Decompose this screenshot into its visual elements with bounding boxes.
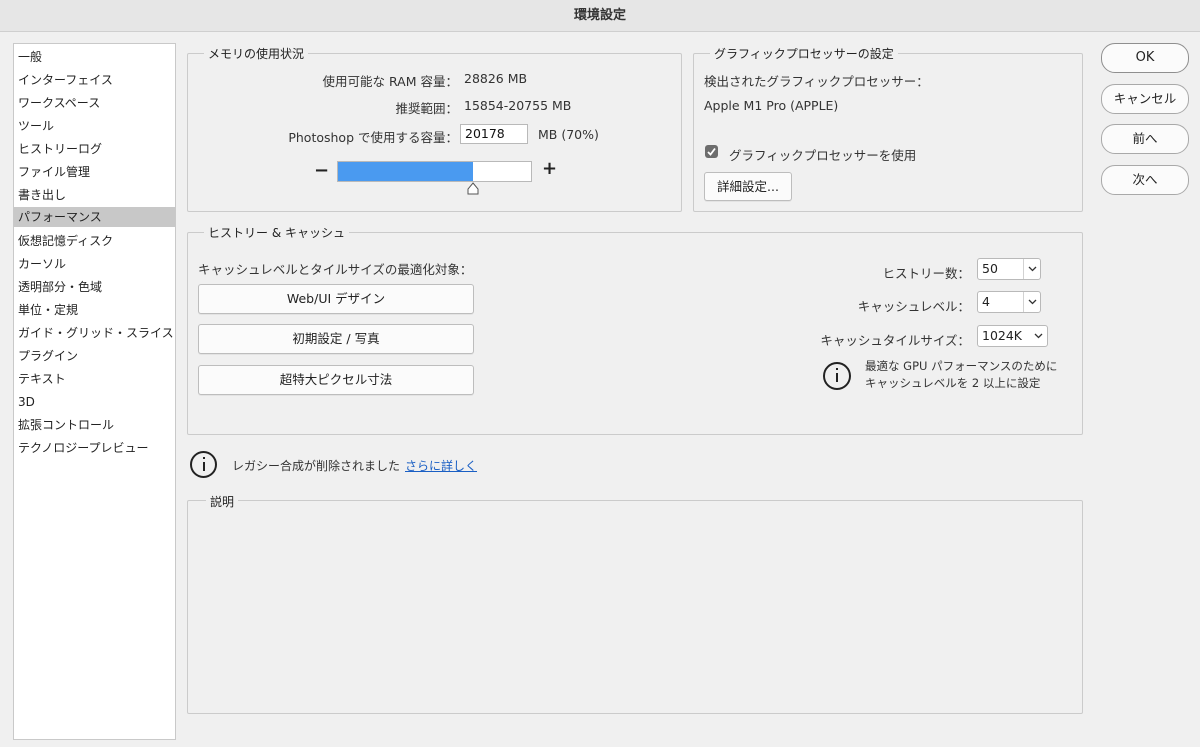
recommended-range-value: 15854-20755 MB — [464, 98, 572, 113]
description-title: 説明 — [206, 493, 239, 510]
learn-more-link[interactable]: さらに詳しく — [405, 457, 477, 474]
optimize-for-label: キャッシュレベルとタイルサイズの最適化対象： — [198, 262, 473, 277]
sidebar-item-transparency-gamut[interactable]: 透明部分・色域 — [14, 277, 175, 297]
recommended-range-label: 推奨範囲： — [395, 101, 458, 116]
preset-default-photos-button[interactable]: 初期設定 / 写真 — [198, 324, 474, 354]
sidebar-item-plugins[interactable]: プラグイン — [14, 346, 175, 366]
chevron-down-icon — [1030, 326, 1047, 346]
sidebar-item-performance[interactable]: パフォーマンス — [14, 207, 175, 227]
sidebar-item-general[interactable]: 一般 — [14, 47, 175, 67]
sidebar-item-file-handling[interactable]: ファイル管理 — [14, 162, 175, 182]
window-title: 環境設定 — [0, 0, 1200, 32]
cache-levels-label: キャッシュレベル： — [857, 299, 970, 314]
preset-web-ui-design-button[interactable]: Web/UI デザイン — [198, 284, 474, 314]
sidebar-item-3d[interactable]: 3D — [14, 392, 175, 412]
preferences-window: 環境設定 一般 インターフェイス ワークスペース ツール ヒストリーログ ファイ… — [0, 0, 1200, 747]
memory-usage-input[interactable]: 20178 — [460, 124, 528, 144]
memory-usage-title: メモリの使用状況 — [204, 45, 309, 62]
memory-usage-group: メモリの使用状況 使用可能な RAM 容量： 28826 MB 推奨範囲： 15… — [187, 45, 682, 212]
sidebar-item-export[interactable]: 書き出し — [14, 185, 175, 205]
description-group: 説明 — [187, 493, 1083, 714]
cache-tile-size-select[interactable]: 1024K — [977, 325, 1048, 347]
history-states-select[interactable]: 50 — [977, 258, 1041, 280]
sidebar-item-guides-grid-slices[interactable]: ガイド・グリッド・スライス — [14, 323, 175, 343]
legacy-compositing-message: レガシー合成が削除されました — [232, 459, 401, 473]
sidebar-item-scratch-disks[interactable]: 仮想記憶ディスク — [14, 231, 175, 251]
graphics-processor-title: グラフィックプロセッサーの設定 — [710, 45, 898, 62]
history-states-label: ヒストリー数： — [882, 266, 970, 281]
gpu-cache-note-line1: 最適な GPU パフォーマンスのために — [865, 359, 1058, 373]
sidebar-item-cursors[interactable]: カーソル — [14, 254, 175, 274]
history-states-value: 50 — [982, 261, 998, 276]
cache-tile-size-value: 1024K — [982, 328, 1023, 343]
cache-tile-size-label: キャッシュタイルサイズ： — [820, 333, 970, 348]
detected-gpu-label: 検出されたグラフィックプロセッサー： — [704, 74, 929, 89]
chevron-down-icon — [1023, 292, 1040, 312]
memory-slider[interactable] — [337, 161, 532, 182]
cancel-button[interactable]: キャンセル — [1101, 84, 1189, 114]
advanced-settings-button[interactable]: 詳細設定... — [704, 172, 792, 201]
sidebar-item-enhanced-controls[interactable]: 拡張コントロール — [14, 415, 175, 435]
detected-gpu-value: Apple M1 Pro (APPLE) — [704, 98, 839, 113]
sidebar-item-interface[interactable]: インターフェイス — [14, 70, 175, 90]
decrease-memory-button[interactable]: − — [314, 160, 329, 181]
next-button[interactable]: 次へ — [1101, 165, 1189, 195]
checkmark-icon — [707, 147, 716, 156]
graphics-processor-group: グラフィックプロセッサーの設定 検出されたグラフィックプロセッサー： Apple… — [693, 45, 1083, 212]
history-cache-title: ヒストリー & キャッシュ — [204, 224, 349, 241]
chevron-down-icon — [1023, 259, 1040, 279]
info-icon — [190, 451, 217, 478]
memory-usage-unit: MB (70%) — [538, 127, 599, 142]
gpu-cache-note-line2: キャッシュレベルを 2 以上に設定 — [865, 376, 1041, 390]
preset-huge-pixel-dimensions-button[interactable]: 超特大ピクセル寸法 — [198, 365, 474, 395]
sidebar-item-technology-previews[interactable]: テクノロジープレビュー — [14, 438, 175, 458]
sidebar-item-workspace[interactable]: ワークスペース — [14, 93, 175, 113]
increase-memory-button[interactable]: + — [542, 158, 557, 179]
available-ram-value: 28826 MB — [464, 71, 528, 86]
previous-button[interactable]: 前へ — [1101, 124, 1189, 154]
history-cache-group: ヒストリー & キャッシュ キャッシュレベルとタイルサイズの最適化対象： Web… — [187, 224, 1083, 435]
use-gpu-label: グラフィックプロセッサーを使用 — [729, 148, 917, 163]
info-icon — [823, 362, 851, 390]
use-gpu-checkbox[interactable] — [705, 145, 718, 158]
category-sidebar: 一般 インターフェイス ワークスペース ツール ヒストリーログ ファイル管理 書… — [13, 43, 176, 740]
memory-slider-fill — [338, 162, 473, 181]
ok-button[interactable]: OK — [1101, 43, 1189, 73]
sidebar-item-type[interactable]: テキスト — [14, 369, 175, 389]
memory-slider-thumb[interactable] — [466, 182, 480, 196]
sidebar-item-history-log[interactable]: ヒストリーログ — [14, 139, 175, 159]
available-ram-label: 使用可能な RAM 容量： — [322, 74, 458, 89]
sidebar-item-tools[interactable]: ツール — [14, 116, 175, 136]
sidebar-item-units-rulers[interactable]: 単位・定規 — [14, 300, 175, 320]
photoshop-usage-label: Photoshop で使用する容量： — [288, 130, 458, 145]
cache-levels-value: 4 — [982, 294, 990, 309]
cache-levels-select[interactable]: 4 — [977, 291, 1041, 313]
